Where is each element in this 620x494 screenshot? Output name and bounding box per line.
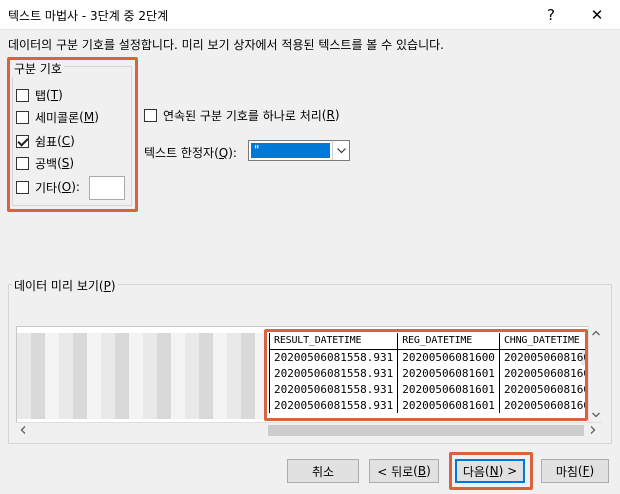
chevron-right-icon[interactable] (590, 426, 596, 437)
chevron-down-icon[interactable] (332, 141, 349, 160)
window-title: 텍스트 마법사 - 3단계 중 2단계 (8, 9, 169, 23)
preview-horizontal-scrollbar[interactable] (16, 422, 602, 438)
close-button[interactable]: ✕ (574, 0, 620, 30)
delimiters-highlight (7, 57, 138, 212)
back-button[interactable]: < 뒤로(B) (369, 459, 439, 483)
consecutive-delimiters[interactable]: 연속된 구분 기호를 하나로 처리(R) (144, 106, 340, 124)
qualifier-value: " (251, 143, 330, 158)
consecutive-label: 연속된 구분 기호를 하나로 처리 (163, 108, 322, 123)
preview-data-highlight (264, 329, 588, 421)
preview-legend: 데이터 미리 보기(P) (12, 277, 118, 294)
qualifier-select[interactable]: " (248, 140, 350, 161)
close-icon: ✕ (590, 6, 604, 24)
finish-button[interactable]: 마침(F) (541, 459, 609, 483)
consecutive-checkbox[interactable] (144, 108, 157, 122)
help-button[interactable]: ? (528, 0, 574, 30)
chevron-down-icon[interactable] (592, 410, 600, 421)
next-button-highlight (449, 452, 533, 490)
cancel-button[interactable]: 취소 (287, 459, 359, 483)
preview-hidden-columns (17, 333, 267, 419)
help-icon: ? (547, 6, 555, 24)
preview-vertical-scrollbar[interactable] (588, 326, 602, 422)
horizontal-scroll-thumb[interactable] (268, 425, 584, 436)
chevron-left-icon[interactable] (20, 426, 26, 437)
chevron-up-icon[interactable] (592, 328, 600, 339)
title-bar: 텍스트 마법사 - 3단계 중 2단계 ? ✕ (0, 0, 620, 30)
instructions-text: 데이터의 구분 기호를 설정합니다. 미리 보기 상자에서 적용된 텍스트를 볼… (8, 38, 444, 52)
qualifier-row: 텍스트 한정자(Q): (144, 146, 237, 160)
qualifier-label: 텍스트 한정자 (144, 146, 215, 160)
